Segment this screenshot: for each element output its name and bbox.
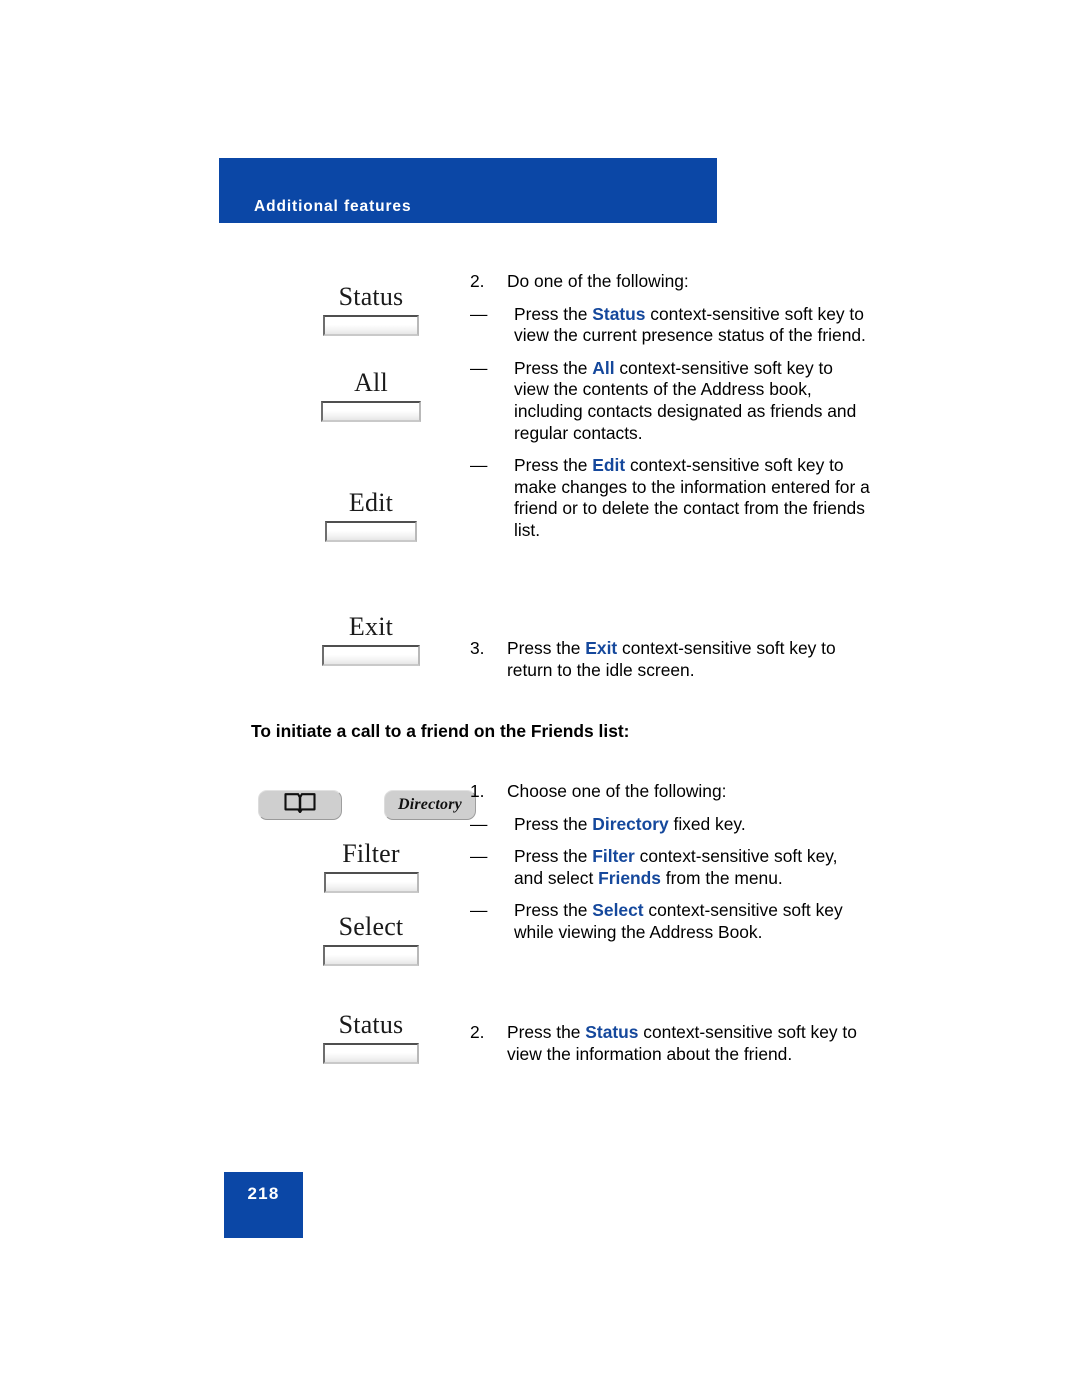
softkey-all-label: All [354, 368, 388, 397]
directory-labeled-key-button[interactable]: Directory [384, 790, 476, 820]
step-1b-bullet-1: — Press the Directory fixed key. [470, 814, 870, 836]
softkey-status-2-box[interactable] [323, 1043, 419, 1065]
step-2-bullet-1: — Press the Status context-sensitive sof… [470, 304, 870, 347]
softkey-exit[interactable]: Exit [251, 612, 491, 667]
document-page: Additional features Status All Edit Exit… [0, 0, 1080, 1397]
running-header-title: Additional features [254, 198, 412, 215]
page-number: 218 [247, 1184, 280, 1203]
step-3-number: 3. [470, 638, 485, 658]
bullet-dash: — [470, 357, 487, 378]
step-2-bullet-2: — Press the All context-sensitive soft k… [470, 358, 870, 444]
softkey-select-label: Select [338, 912, 404, 941]
softkey-select-box[interactable] [323, 945, 419, 967]
step-block-1b: 1. Choose one of the following: — Press … [470, 781, 870, 944]
softkey-status-2-label: Status [338, 1010, 404, 1039]
bullet-dash: — [470, 303, 487, 324]
step-2-bullet-3: — Press the Edit context-sensitive soft … [470, 455, 870, 541]
step-block-2: 2. Do one of the following: — Press the … [470, 271, 870, 542]
keyword-emphasis: Directory [592, 813, 669, 834]
keyword-emphasis: Status [585, 1022, 639, 1042]
softkey-filter-box[interactable] [323, 872, 419, 894]
step-1b-bullet-1-text: Press the Directory fixed key. [514, 813, 746, 834]
bullet-dash: — [470, 900, 487, 921]
softkey-filter-label: Filter [342, 839, 400, 868]
directory-key-label: Directory [397, 796, 462, 813]
page-number-block: 218 [224, 1172, 303, 1238]
bullet-dash: — [470, 846, 487, 867]
step-2-bullet-1-text: Press the Status context-sensitive soft … [514, 303, 866, 346]
step-2b-text: Press the Status context-sensitive soft … [507, 1022, 857, 1064]
directory-fixed-key-button[interactable] [258, 790, 342, 820]
step-2: 2. Do one of the following: [470, 271, 870, 293]
fixed-key-row: Directory [258, 790, 476, 820]
step-2-text: Do one of the following: [507, 271, 689, 291]
keyword-emphasis: Exit [585, 638, 618, 658]
step-3: 3. Press the Exit context-sensitive soft… [470, 638, 870, 681]
step-1b: 1. Choose one of the following: [470, 781, 870, 803]
step-1b-bullet-2-text: Press the Filter context-sensitive soft … [514, 846, 838, 888]
softkey-edit[interactable]: Edit [251, 488, 491, 543]
bullet-dash: — [470, 813, 487, 834]
softkey-select[interactable]: Select [251, 912, 491, 967]
keyword-emphasis: Select [592, 900, 644, 921]
softkey-all[interactable]: All [251, 368, 491, 423]
step-block-3: 3. Press the Exit context-sensitive soft… [470, 638, 870, 681]
step-2-number: 2. [470, 271, 485, 291]
step-1b-bullet-3: — Press the Select context-sensitive sof… [470, 900, 870, 943]
step-2-bullet-2-text: Press the All context-sensitive soft key… [514, 357, 857, 443]
step-1b-bullet-3-text: Press the Select context-sensitive soft … [514, 900, 843, 942]
step-2b: 2. Press the Status context-sensitive so… [470, 1022, 870, 1065]
step-1b-text: Choose one of the following: [507, 781, 727, 801]
keyword-emphasis: Edit [592, 455, 626, 476]
step-block-2b: 2. Press the Status context-sensitive so… [470, 1022, 870, 1065]
keyword-emphasis: All [592, 357, 615, 378]
step-1b-number: 1. [470, 781, 485, 801]
running-header-bar: Additional features [219, 158, 717, 223]
softkey-status-1-label: Status [338, 282, 404, 311]
softkey-exit-label: Exit [348, 612, 394, 641]
step-3-text: Press the Exit context-sensitive soft ke… [507, 638, 836, 680]
softkey-edit-box[interactable] [325, 521, 417, 543]
keyword-emphasis: Friends [598, 867, 661, 888]
softkey-filter[interactable]: Filter [251, 839, 491, 894]
softkey-status-2[interactable]: Status [251, 1010, 491, 1065]
bullet-dash: — [470, 455, 487, 476]
softkey-status-1-box[interactable] [323, 315, 419, 337]
softkey-all-box[interactable] [321, 401, 421, 423]
step-2-bullet-3-text: Press the Edit context-sensitive soft ke… [514, 455, 870, 540]
softkey-edit-label: Edit [348, 488, 394, 517]
step-2b-number: 2. [470, 1022, 485, 1042]
directory-book-icon [284, 792, 316, 819]
step-1b-bullet-2: — Press the Filter context-sensitive sof… [470, 846, 870, 889]
section-heading: To initiate a call to a friend on the Fr… [251, 721, 630, 741]
keyword-emphasis: Filter [592, 846, 635, 867]
softkey-exit-box[interactable] [322, 645, 420, 667]
keyword-emphasis: Status [592, 303, 646, 324]
softkey-status-1[interactable]: Status [251, 282, 491, 337]
